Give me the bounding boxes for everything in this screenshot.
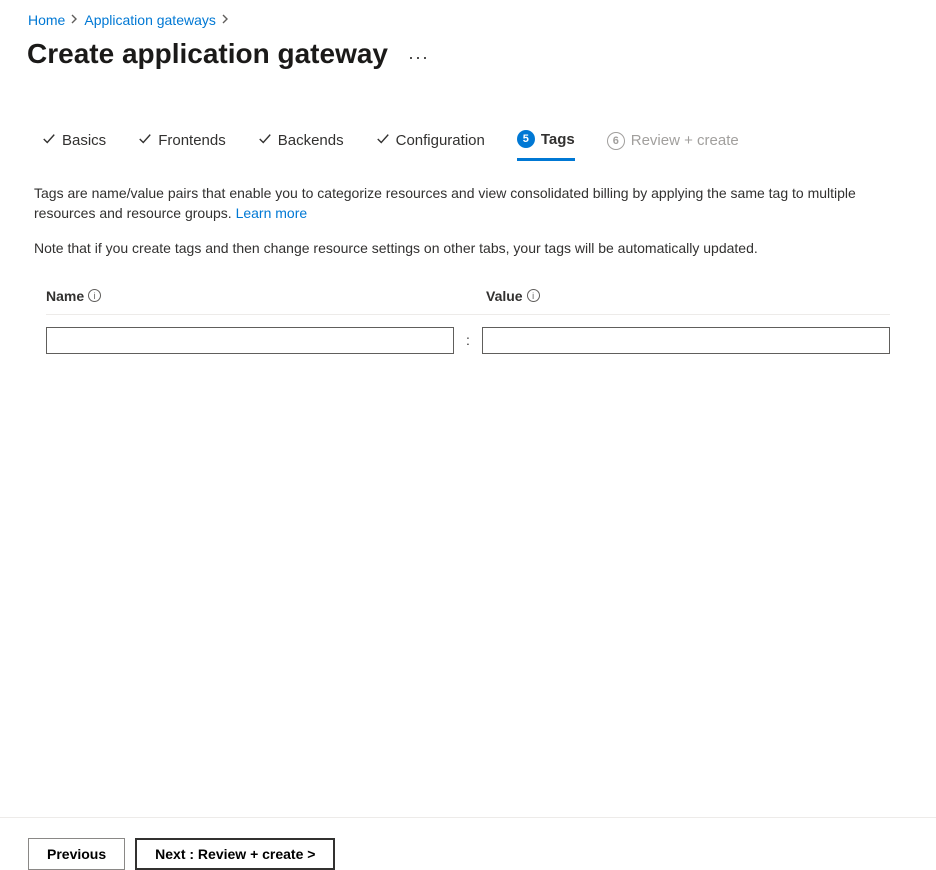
learn-more-link[interactable]: Learn more (236, 205, 308, 221)
tab-content: Tags are name/value pairs that enable yo… (0, 161, 890, 354)
tab-basics[interactable]: Basics (42, 132, 106, 160)
next-button[interactable]: Next : Review + create > (135, 838, 335, 870)
tab-label: Basics (62, 132, 106, 149)
tab-tags[interactable]: 5 Tags (517, 130, 575, 161)
tags-table-header: Name i Value i (46, 288, 890, 315)
description-text: Tags are name/value pairs that enable yo… (34, 185, 856, 221)
breadcrumb-application-gateways[interactable]: Application gateways (84, 12, 216, 28)
tags-note: Note that if you create tags and then ch… (34, 238, 890, 258)
tags-table: Name i Value i : (34, 288, 890, 354)
chevron-right-icon (222, 14, 229, 27)
tag-value-input[interactable] (482, 327, 890, 354)
step-number-icon: 6 (607, 132, 625, 150)
tag-name-input[interactable] (46, 327, 454, 354)
colon-separator: : (466, 332, 470, 348)
column-label: Value (486, 288, 523, 304)
tab-label: Configuration (396, 132, 485, 149)
column-header-value: Value i (486, 288, 540, 304)
check-icon (376, 132, 390, 150)
tab-configuration[interactable]: Configuration (376, 132, 485, 160)
check-icon (42, 132, 56, 150)
tag-row: : (46, 315, 890, 354)
wizard-footer: Previous Next : Review + create > (0, 817, 936, 870)
wizard-tabs: Basics Frontends Backends Configuration … (0, 70, 936, 161)
more-icon[interactable]: ··· (408, 47, 429, 68)
tab-label: Frontends (158, 132, 226, 149)
tab-label: Backends (278, 132, 344, 149)
check-icon (258, 132, 272, 150)
check-icon (138, 132, 152, 150)
tab-label: Review + create (631, 132, 739, 149)
tags-description: Tags are name/value pairs that enable yo… (34, 183, 890, 224)
previous-button[interactable]: Previous (28, 838, 125, 870)
breadcrumb-home[interactable]: Home (28, 12, 65, 28)
column-header-name: Name i (46, 288, 486, 304)
tab-frontends[interactable]: Frontends (138, 132, 226, 160)
tab-review-create: 6 Review + create (607, 132, 739, 160)
column-label: Name (46, 288, 84, 304)
page-title: Create application gateway (27, 38, 388, 70)
info-icon[interactable]: i (527, 289, 540, 302)
step-number-icon: 5 (517, 130, 535, 148)
tab-backends[interactable]: Backends (258, 132, 344, 160)
page-header: Create application gateway ··· (0, 28, 936, 70)
tab-label: Tags (541, 131, 575, 148)
chevron-right-icon (71, 14, 78, 27)
info-icon[interactable]: i (88, 289, 101, 302)
breadcrumb: Home Application gateways (0, 0, 936, 28)
